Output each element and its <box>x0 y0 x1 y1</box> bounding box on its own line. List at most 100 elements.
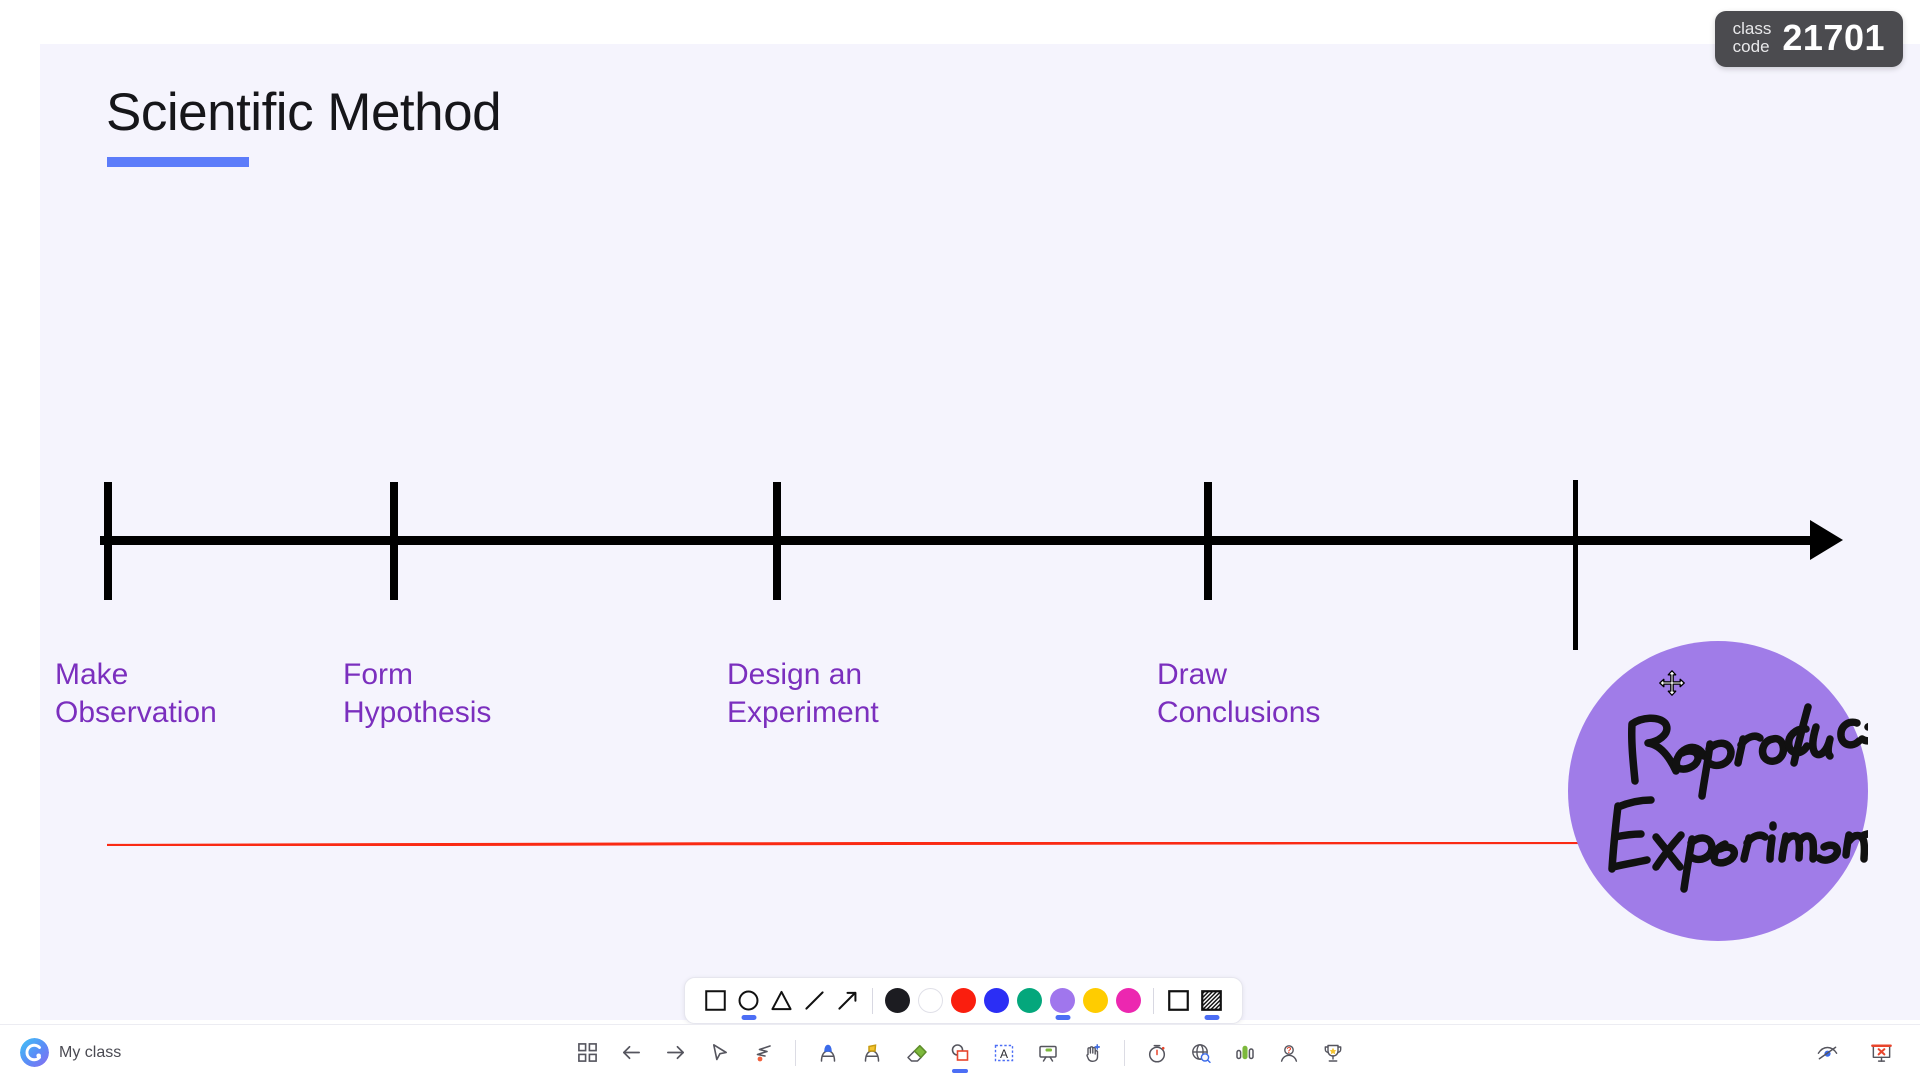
timeline-tick-5 <box>1573 480 1578 650</box>
poll-activity-button[interactable] <box>1224 1032 1266 1074</box>
previous-slide-button[interactable] <box>610 1032 652 1074</box>
trophy-icon <box>1324 1044 1342 1062</box>
eraser-icon <box>907 1044 927 1062</box>
handwritten-text-reproduce-experiment <box>1608 703 1868 893</box>
color-swatch-black[interactable] <box>881 978 914 1023</box>
highlighter-tool-button[interactable] <box>851 1032 893 1074</box>
color-swatch-red[interactable] <box>947 978 980 1023</box>
laser-pointer-icon <box>756 1044 771 1061</box>
right-tool-group <box>1806 1032 1902 1074</box>
green-color-icon <box>1017 988 1042 1013</box>
shape-style-toolbar[interactable] <box>684 977 1243 1024</box>
whiteboard-icon <box>1039 1045 1057 1062</box>
white-color-icon <box>918 988 943 1013</box>
bar-chart-icon <box>1236 1045 1254 1059</box>
whiteboard-tool-button[interactable] <box>1027 1032 1069 1074</box>
select-pointer-button[interactable] <box>698 1032 740 1074</box>
slide-canvas[interactable]: Make Observation Form Hypothesis Design … <box>40 44 1920 1020</box>
square-hatched-icon <box>1201 990 1222 1011</box>
arrow-left-icon <box>622 1045 640 1060</box>
arrow-shape-button[interactable] <box>831 978 864 1023</box>
ellipse-shape-button[interactable] <box>732 978 765 1023</box>
color-swatch-purple[interactable] <box>1046 978 1079 1023</box>
class-code-label: class code <box>1732 19 1772 57</box>
web-browser-tool-button[interactable] <box>1180 1032 1222 1074</box>
exit-presentation-button[interactable] <box>1860 1032 1902 1074</box>
color-swatch-pink[interactable] <box>1112 978 1145 1023</box>
text-tool-button[interactable]: A <box>983 1032 1025 1074</box>
rectangle-shape-button[interactable] <box>699 978 732 1023</box>
toolbar-divider-3 <box>795 1039 796 1066</box>
timeline-label-1: Make Observation <box>55 658 217 730</box>
pen-tool-button[interactable] <box>807 1032 849 1074</box>
text-box-icon: A <box>994 1044 1014 1061</box>
timer-tool-button[interactable] <box>1136 1032 1178 1074</box>
shapes-tool-button[interactable] <box>939 1032 981 1074</box>
quiz-activity-button[interactable]: ? <box>1268 1032 1310 1074</box>
class-code-value: 21701 <box>1782 17 1885 59</box>
blue-color-icon <box>984 988 1009 1013</box>
brand-group[interactable]: My class <box>20 1038 121 1067</box>
hand-add-icon <box>1086 1043 1100 1062</box>
purple-color-icon <box>1050 988 1075 1013</box>
line-shape-button[interactable] <box>798 978 831 1023</box>
globe-search-icon <box>1192 1043 1211 1063</box>
outline-fill-button[interactable] <box>1162 978 1195 1023</box>
grid-icon <box>577 1043 597 1062</box>
pen-icon <box>820 1044 836 1062</box>
move-cursor-icon <box>1659 670 1685 696</box>
slide-grid-button[interactable] <box>566 1032 608 1074</box>
color-swatch-yellow[interactable] <box>1079 978 1112 1023</box>
laser-pointer-button[interactable] <box>742 1032 784 1074</box>
square-icon <box>705 990 726 1011</box>
highlighter-icon <box>864 1043 880 1062</box>
drag-add-tool-button[interactable] <box>1071 1032 1113 1074</box>
toolbar-divider-1 <box>872 987 873 1014</box>
solid-fill-button[interactable] <box>1195 978 1228 1023</box>
solid-fill-selected-indicator <box>1204 1015 1219 1020</box>
color-swatch-blue[interactable] <box>980 978 1013 1023</box>
purple-color-selected-indicator <box>1055 1015 1070 1020</box>
yellow-color-icon <box>1083 988 1108 1013</box>
line-icon <box>805 991 824 1010</box>
arrow-icon <box>838 991 857 1010</box>
purple-circle-annotation[interactable] <box>1568 641 1868 941</box>
square-outline-icon <box>1168 990 1189 1011</box>
timer-icon <box>1148 1044 1166 1063</box>
center-tool-group: A ? <box>566 1032 1354 1074</box>
toolbar-divider-4 <box>1124 1039 1125 1066</box>
class-code-badge[interactable]: class code 21701 <box>1714 11 1903 67</box>
ellipse-shape-selected-indicator <box>741 1015 756 1020</box>
classpoint-logo-icon <box>20 1038 49 1067</box>
toolbar-divider-2 <box>1153 987 1154 1014</box>
bottom-toolbar: My class A ? <box>0 1024 1920 1080</box>
stop-presentation-icon <box>1870 1044 1892 1062</box>
next-slide-button[interactable] <box>654 1032 696 1074</box>
pink-color-icon <box>1116 988 1141 1013</box>
black-color-icon <box>885 988 910 1013</box>
color-swatch-green[interactable] <box>1013 978 1046 1023</box>
svg-text:A: A <box>1000 1047 1008 1061</box>
timeline-label-3: Design an Experiment <box>727 658 879 730</box>
triangle-shape-button[interactable] <box>765 978 798 1023</box>
timeline-label-4: Draw Conclusions <box>1157 658 1321 730</box>
cursor-icon <box>712 1044 727 1061</box>
timeline-arrow-head-icon <box>1810 520 1843 560</box>
shapes-tool-selected-indicator <box>952 1068 968 1073</box>
circle-icon <box>738 990 759 1011</box>
timeline-axis <box>100 536 1813 545</box>
eye-slash-icon <box>1817 1046 1837 1060</box>
color-swatch-white[interactable] <box>914 978 947 1023</box>
shapes-icon <box>951 1043 969 1061</box>
leaderboard-button[interactable] <box>1312 1032 1354 1074</box>
arrow-right-icon <box>666 1045 684 1060</box>
eraser-tool-button[interactable] <box>895 1032 937 1074</box>
brand-label: My class <box>59 1043 122 1061</box>
red-color-icon <box>951 988 976 1013</box>
svg-text:?: ? <box>1286 1045 1291 1055</box>
title-underline-accent <box>107 157 249 167</box>
page-title: Scientific Method <box>106 83 502 142</box>
hide-annotations-button[interactable] <box>1806 1032 1848 1074</box>
question-person-icon: ? <box>1280 1045 1298 1062</box>
timeline-label-2: Form Hypothesis <box>343 658 492 730</box>
